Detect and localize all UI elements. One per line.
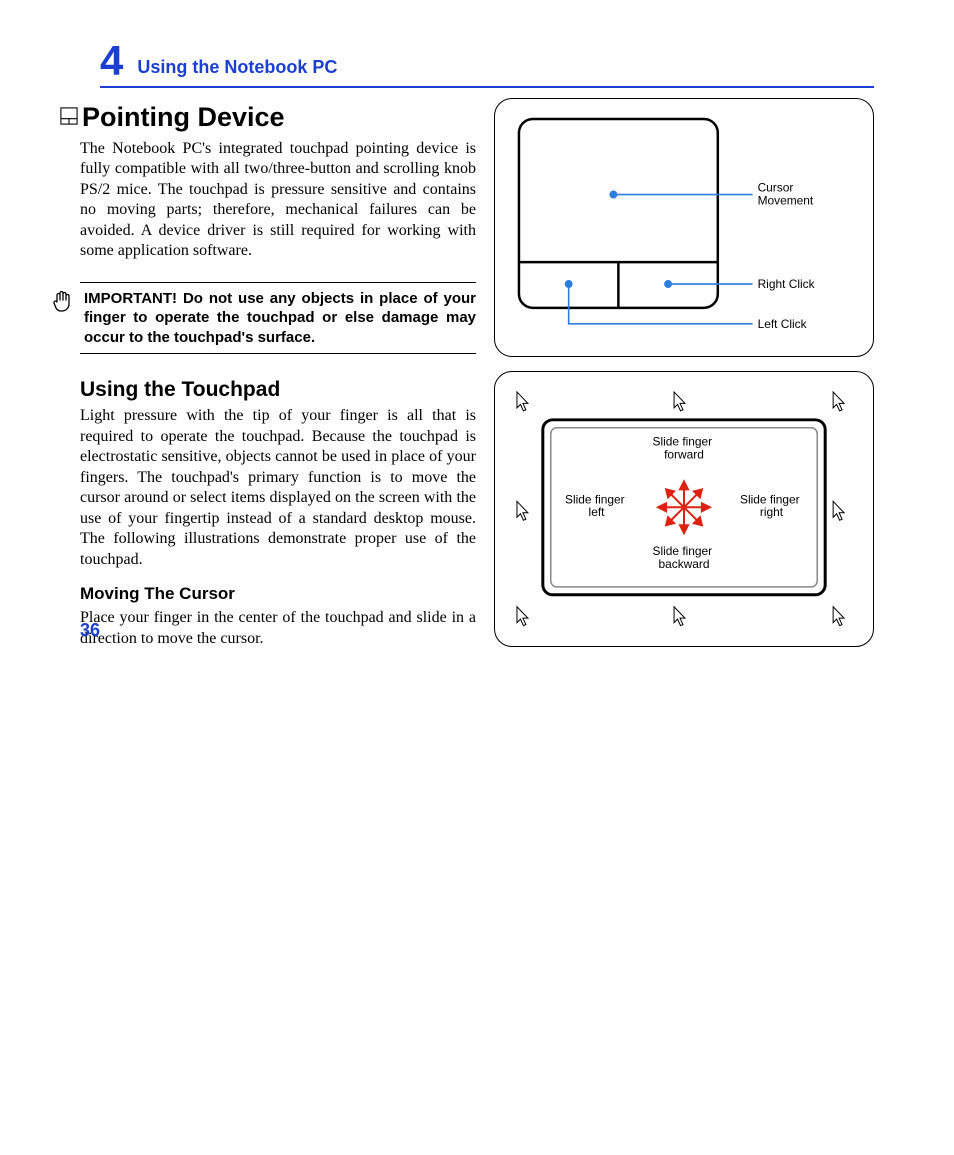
svg-text:Slide finger forwa: Slide finger forward — [653, 434, 716, 461]
chapter-number: 4 — [100, 40, 123, 82]
svg-text:Cursor Movement: Cursor Movement — [758, 181, 814, 208]
page-number: 36 — [80, 620, 100, 641]
subsection-heading: Using the Touchpad — [80, 378, 476, 402]
cursor-paragraph: Place your finger in the center of the t… — [80, 608, 476, 649]
intro-paragraph: The Notebook PC's integrated touchpad po… — [80, 139, 476, 262]
touchpad-paragraph: Light pressure with the tip of your fing… — [80, 406, 476, 570]
touchpad-callout-diagram: Cursor Movement Right Click Left Click — [494, 98, 874, 357]
hand-stop-icon — [50, 289, 76, 348]
svg-text:Slide finger backw: Slide finger backward — [653, 544, 716, 571]
svg-text:Slide finger left: Slide finger left — [565, 492, 628, 519]
chapter-header: 4 Using the Notebook PC — [100, 40, 874, 88]
chapter-title: Using the Notebook PC — [137, 57, 337, 82]
important-note: IMPORTANT! Do not use any objects in pla… — [80, 282, 476, 355]
label-right-click: Right Click — [758, 277, 815, 291]
label-cursor-movement-1: Cursor — [758, 181, 794, 195]
label-cursor-movement-2: Movement — [758, 193, 814, 207]
section-heading: Pointing Device — [82, 102, 285, 133]
important-note-text: IMPORTANT! Do not use any objects in pla… — [84, 289, 476, 348]
touchpad-movement-diagram: Slide finger forward Slide finger backwa… — [494, 371, 874, 648]
label-left-click: Left Click — [758, 317, 807, 331]
subsubsection-heading: Moving The Cursor — [80, 584, 476, 604]
touchpad-icon — [60, 107, 78, 130]
svg-text:Slide finger right: Slide finger right — [740, 492, 803, 519]
